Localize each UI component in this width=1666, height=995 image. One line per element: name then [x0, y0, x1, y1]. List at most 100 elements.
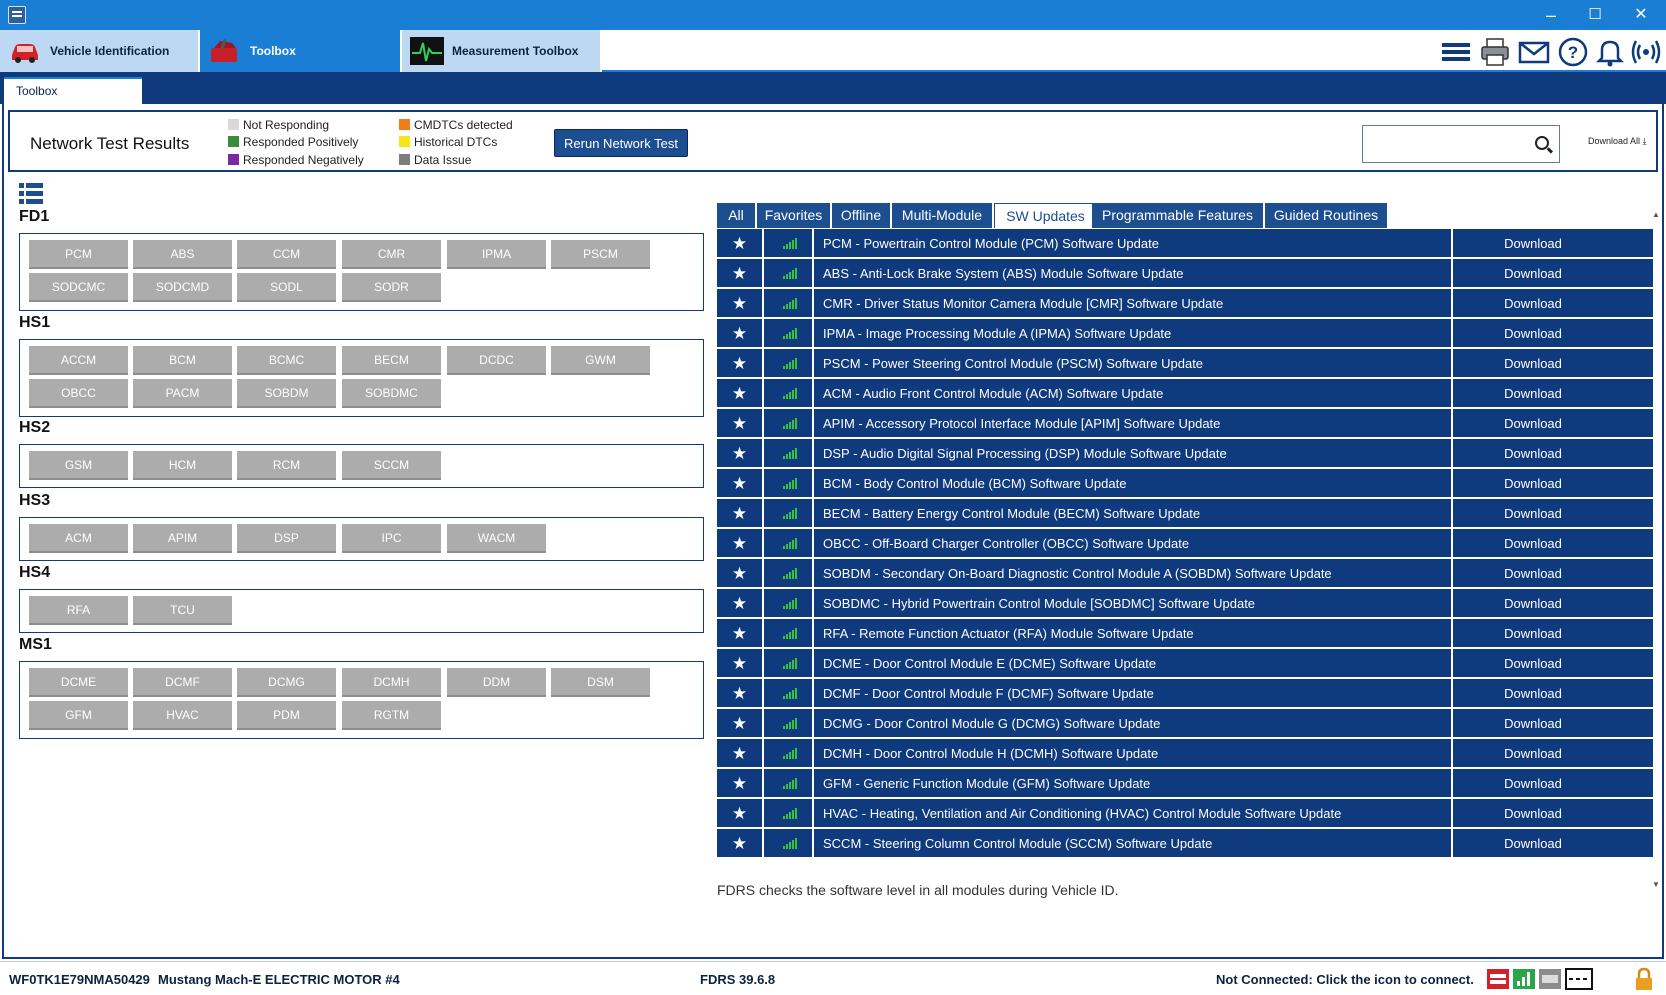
- printer-icon[interactable]: [1479, 36, 1511, 68]
- download-button[interactable]: Download: [1453, 739, 1613, 768]
- favorite-star-icon[interactable]: ★: [717, 469, 764, 498]
- search-icon[interactable]: [1535, 136, 1549, 150]
- module-button-gfm[interactable]: GFM: [29, 701, 128, 730]
- download-button[interactable]: Download: [1453, 259, 1613, 288]
- module-button-sccm[interactable]: SCCM: [342, 451, 441, 480]
- module-button-dcmg[interactable]: DCMG: [237, 668, 336, 697]
- module-button-rfa[interactable]: RFA: [29, 596, 128, 625]
- module-button-acm[interactable]: ACM: [29, 524, 128, 553]
- update-row[interactable]: ★ CMR - Driver Status Monitor Camera Modu…: [717, 289, 1653, 318]
- update-row[interactable]: ★ IPMA - Image Processing Module A (IPMA)…: [717, 319, 1653, 348]
- tab-offline[interactable]: Offline: [832, 203, 890, 228]
- module-button-sobdmc[interactable]: SOBDMC: [342, 379, 441, 408]
- module-button-dsm[interactable]: DSM: [551, 668, 650, 697]
- module-button-sodcmd[interactable]: SODCMD: [133, 273, 232, 302]
- module-button-sodcmc[interactable]: SODCMC: [29, 273, 128, 302]
- module-button-tcu[interactable]: TCU: [133, 596, 232, 625]
- update-row[interactable]: ★ DSP - Audio Digital Signal Processing (…: [717, 439, 1653, 468]
- module-button-pdm[interactable]: PDM: [237, 701, 336, 730]
- download-button[interactable]: Download: [1453, 649, 1613, 678]
- module-button-cmr[interactable]: CMR: [342, 240, 441, 269]
- tab-guided-routines[interactable]: Guided Routines: [1265, 203, 1387, 228]
- bell-icon[interactable]: [1594, 36, 1626, 68]
- favorite-star-icon[interactable]: ★: [717, 799, 764, 828]
- favorite-star-icon[interactable]: ★: [717, 319, 764, 348]
- update-row[interactable]: ★ HVAC - Heating, Ventilation and Air Con…: [717, 799, 1653, 828]
- module-button-dcmh[interactable]: DCMH: [342, 668, 441, 697]
- favorite-star-icon[interactable]: ★: [717, 529, 764, 558]
- tab-measurement-toolbox[interactable]: Measurement Toolbox: [402, 30, 602, 72]
- download-button[interactable]: Download: [1453, 499, 1613, 528]
- favorite-star-icon[interactable]: ★: [717, 499, 764, 528]
- download-button[interactable]: Download: [1453, 679, 1613, 708]
- update-row[interactable]: ★ BECM - Battery Energy Control Module (B…: [717, 499, 1653, 528]
- tab-sw-updates[interactable]: SW Updates: [994, 203, 1097, 228]
- favorite-star-icon[interactable]: ★: [717, 439, 764, 468]
- module-button-dsp[interactable]: DSP: [237, 524, 336, 553]
- update-row[interactable]: ★ SOBDMC - Hybrid Powertrain Control Modu…: [717, 589, 1653, 618]
- update-row[interactable]: ★ RFA - Remote Function Actuator (RFA) Mo…: [717, 619, 1653, 648]
- wireless-icon[interactable]: [1630, 36, 1662, 68]
- favorite-star-icon[interactable]: ★: [717, 559, 764, 588]
- list-view-icon[interactable]: [19, 183, 43, 205]
- module-button-rcm[interactable]: RCM: [237, 451, 336, 480]
- download-button[interactable]: Download: [1453, 589, 1613, 618]
- module-button-bcmc[interactable]: BCMC: [237, 346, 336, 375]
- download-button[interactable]: Download: [1453, 529, 1613, 558]
- update-row[interactable]: ★ ABS - Anti-Lock Brake System (ABS) Modu…: [717, 259, 1653, 288]
- tab-toolbox[interactable]: Toolbox: [200, 30, 402, 72]
- module-button-hcm[interactable]: HCM: [133, 451, 232, 480]
- favorite-star-icon[interactable]: ★: [717, 769, 764, 798]
- module-button-pscm[interactable]: PSCM: [551, 240, 650, 269]
- download-button[interactable]: Download: [1453, 829, 1613, 858]
- minimize-button[interactable]: –: [1530, 0, 1572, 30]
- mail-icon[interactable]: [1518, 36, 1550, 68]
- maximize-button[interactable]: ☐: [1574, 0, 1616, 30]
- download-all-link[interactable]: Download All ⤓: [1588, 136, 1647, 147]
- favorite-star-icon[interactable]: ★: [717, 589, 764, 618]
- update-row[interactable]: ★ DCMH - Door Control Module H (DCMH) Sof…: [717, 739, 1653, 768]
- module-button-pcm[interactable]: PCM: [29, 240, 128, 269]
- update-row[interactable]: ★ PCM - Powertrain Control Module (PCM) S…: [717, 229, 1653, 258]
- tab-all[interactable]: All: [717, 203, 755, 228]
- download-button[interactable]: Download: [1453, 289, 1613, 318]
- module-button-ipc[interactable]: IPC: [342, 524, 441, 553]
- module-button-apim[interactable]: APIM: [133, 524, 232, 553]
- module-button-sobdm[interactable]: SOBDM: [237, 379, 336, 408]
- scroll-up-arrow[interactable]: ▲: [1652, 210, 1660, 219]
- favorite-star-icon[interactable]: ★: [717, 229, 764, 258]
- module-button-dcme[interactable]: DCME: [29, 668, 128, 697]
- module-button-obcc[interactable]: OBCC: [29, 379, 128, 408]
- module-button-ccm[interactable]: CCM: [237, 240, 336, 269]
- download-button[interactable]: Download: [1453, 409, 1613, 438]
- download-button[interactable]: Download: [1453, 469, 1613, 498]
- download-button[interactable]: Download: [1453, 439, 1613, 468]
- help-icon[interactable]: ?: [1557, 36, 1589, 68]
- download-button[interactable]: Download: [1453, 709, 1613, 738]
- module-button-pacm[interactable]: PACM: [133, 379, 232, 408]
- module-button-ddm[interactable]: DDM: [447, 668, 546, 697]
- tab-programmable-features[interactable]: Programmable Features: [1092, 203, 1263, 228]
- tab-vehicle-identification[interactable]: Vehicle Identification: [0, 30, 200, 72]
- update-row[interactable]: ★ SCCM - Steering Column Control Module (…: [717, 829, 1653, 858]
- tab-favorites[interactable]: Favorites: [757, 203, 830, 228]
- download-button[interactable]: Download: [1453, 229, 1613, 258]
- favorite-star-icon[interactable]: ★: [717, 829, 764, 858]
- update-row[interactable]: ★ SOBDM - Secondary On-Board Diagnostic C…: [717, 559, 1653, 588]
- module-button-hvac[interactable]: HVAC: [133, 701, 232, 730]
- tab-multi-module[interactable]: Multi-Module: [892, 203, 992, 228]
- close-button[interactable]: ✕: [1620, 0, 1662, 30]
- download-button[interactable]: Download: [1453, 619, 1613, 648]
- favorite-star-icon[interactable]: ★: [717, 349, 764, 378]
- update-row[interactable]: ★ APIM - Accessory Protocol Interface Mod…: [717, 409, 1653, 438]
- favorite-star-icon[interactable]: ★: [717, 739, 764, 768]
- download-button[interactable]: Download: [1453, 799, 1613, 828]
- update-row[interactable]: ★ PSCM - Power Steering Control Module (P…: [717, 349, 1653, 378]
- update-row[interactable]: ★ GFM - Generic Function Module (GFM) Sof…: [717, 769, 1653, 798]
- module-button-dcdc[interactable]: DCDC: [447, 346, 546, 375]
- module-button-gwm[interactable]: GWM: [551, 346, 650, 375]
- module-button-becm[interactable]: BECM: [342, 346, 441, 375]
- favorite-star-icon[interactable]: ★: [717, 289, 764, 318]
- update-row[interactable]: ★ ACM - Audio Front Control Module (ACM) …: [717, 379, 1653, 408]
- module-button-sodr[interactable]: SODR: [342, 273, 441, 302]
